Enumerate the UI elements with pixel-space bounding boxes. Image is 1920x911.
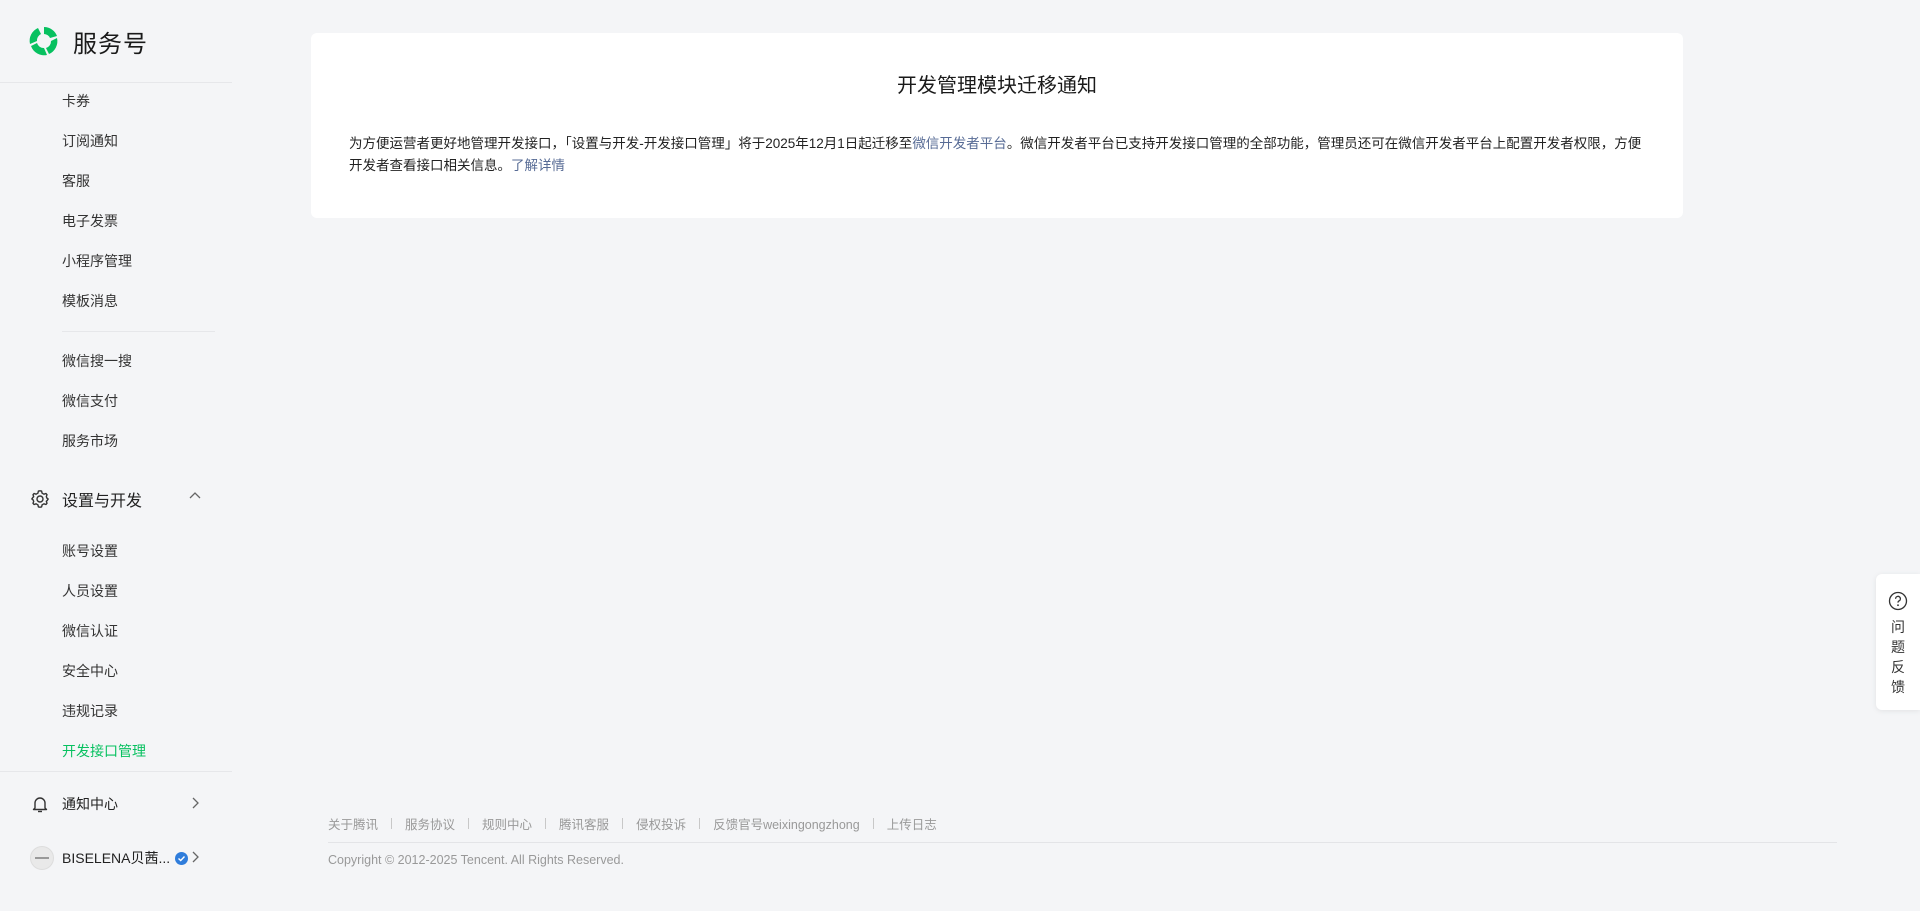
learn-more-link[interactable]: 了解详情: [511, 158, 565, 173]
account-name: BISELENA贝茜...: [62, 850, 171, 866]
question-circle-icon: [1888, 591, 1908, 611]
footer-link-upload-log[interactable]: 上传日志: [887, 814, 937, 833]
notice-text-part1: 为方便运营者更好地管理开发接口，「设置与开发-开发接口管理」将于2025年12月…: [349, 136, 913, 151]
footer-divider: [328, 842, 1837, 843]
sidebar-item-cards[interactable]: 卡券: [62, 91, 90, 111]
notification-center-label: 通知中心: [62, 796, 118, 812]
sidebar-item-dev-interface[interactable]: 开发接口管理: [62, 741, 146, 761]
footer-link-about[interactable]: 关于腾讯: [328, 814, 378, 833]
footer-separator: [622, 818, 624, 829]
sidebar-item-pay[interactable]: 微信支付: [62, 391, 118, 411]
settings-section-header[interactable]: 设置与开发: [30, 486, 202, 512]
sidebar-item-subscription[interactable]: 订阅通知: [62, 131, 118, 151]
sidebar-item-search[interactable]: 微信搜一搜: [62, 351, 132, 371]
sidebar-item-market[interactable]: 服务市场: [62, 431, 118, 451]
sidebar-item-wechat-verify[interactable]: 微信认证: [62, 621, 118, 641]
footer-link-rules[interactable]: 规则中心: [482, 814, 532, 833]
footer-link-agreement[interactable]: 服务协议: [405, 814, 455, 833]
footer-separator: [468, 818, 470, 829]
footer-link-support[interactable]: 腾讯客服: [559, 814, 609, 833]
footer-separator: [391, 818, 393, 829]
settings-section-label: 设置与开发: [62, 493, 143, 510]
footer-link-feedback-account[interactable]: 反馈官号weixingongzhong: [713, 814, 860, 833]
notice-card: 开发管理模块迁移通知 为方便运营者更好地管理开发接口，「设置与开发-开发接口管理…: [311, 33, 1683, 218]
brand-name: 服务号: [73, 30, 148, 58]
sidebar-item-miniprogram[interactable]: 小程序管理: [62, 251, 132, 271]
account-row[interactable]: BISELENA贝茜...: [30, 846, 202, 870]
sidebar-divider: [62, 331, 215, 332]
sidebar: 服务号 卡券 订阅通知 客服 电子发票 小程序管理 模板消息 微信搜一搜 微信支…: [0, 0, 232, 911]
sidebar-item-account-settings[interactable]: 账号设置: [62, 541, 118, 561]
footer-separator: [872, 818, 874, 829]
sidebar-item-customer-service[interactable]: 客服: [62, 171, 90, 191]
chevron-up-icon: [189, 492, 201, 499]
sidebar-item-template-message[interactable]: 模板消息: [62, 291, 118, 311]
feedback-button[interactable]: 问题反馈: [1876, 574, 1920, 710]
notification-center[interactable]: 通知中心: [30, 792, 202, 816]
verified-badge-icon: [175, 851, 189, 865]
copyright: Copyright © 2012-2025 Tencent. All Right…: [328, 853, 624, 867]
gear-icon: [31, 490, 49, 508]
notice-body: 为方便运营者更好地管理开发接口，「设置与开发-开发接口管理」将于2025年12月…: [349, 133, 1645, 177]
brand-header[interactable]: 服务号: [0, 0, 232, 83]
feedback-label: 问题反馈: [1891, 619, 1905, 695]
avatar: [30, 846, 54, 870]
footer-link-complaint[interactable]: 侵权投诉: [636, 814, 686, 833]
sidebar-item-violations[interactable]: 违规记录: [62, 701, 118, 721]
footer-links: 关于腾讯 服务协议 规则中心 腾讯客服 侵权投诉 反馈官号weixingongz…: [328, 814, 937, 833]
notice-title: 开发管理模块迁移通知: [897, 75, 1097, 97]
chevron-right-icon: [192, 797, 199, 809]
wechat-service-logo-icon: [29, 27, 58, 56]
bell-icon: [32, 797, 48, 813]
sidebar-item-invoice[interactable]: 电子发票: [62, 211, 118, 231]
footer-separator: [545, 818, 547, 829]
sidebar-item-security-center[interactable]: 安全中心: [62, 661, 118, 681]
sidebar-item-member-settings[interactable]: 人员设置: [62, 581, 118, 601]
chevron-right-icon: [192, 851, 199, 863]
footer-separator: [699, 818, 701, 829]
wechat-developer-platform-link[interactable]: 微信开发者平台: [912, 136, 1007, 151]
sidebar-bottom-divider: [0, 771, 232, 772]
